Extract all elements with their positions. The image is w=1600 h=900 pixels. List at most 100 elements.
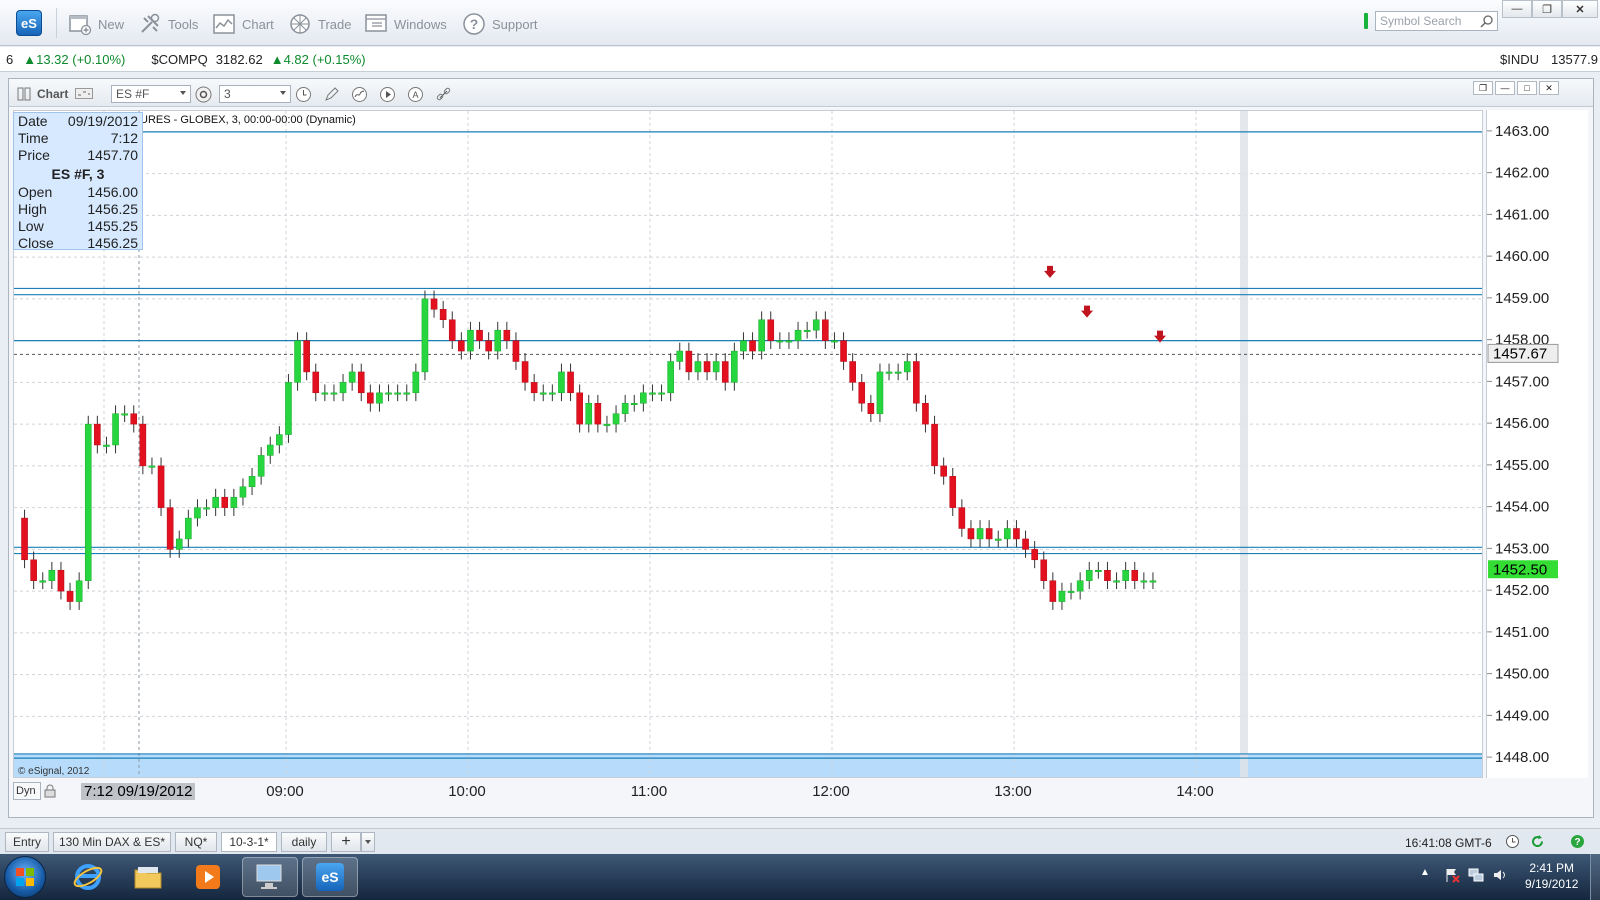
close-button[interactable]: ✕	[1562, 0, 1598, 18]
play-icon[interactable]	[379, 86, 396, 103]
candle-up	[266, 444, 274, 456]
candle-up	[903, 361, 911, 373]
taskbar-clock[interactable]: 2:41 PM 9/19/2012	[1525, 860, 1578, 892]
action-center-flag-icon[interactable]	[1444, 867, 1460, 883]
candle-up	[1113, 580, 1120, 583]
symbol-search-input[interactable]: Symbol Search	[1375, 11, 1498, 31]
taskbar-media-button[interactable]	[180, 857, 236, 897]
candle-up	[558, 371, 565, 394]
taskbar-remote-button[interactable]	[242, 857, 298, 897]
candle-down	[166, 507, 174, 550]
start-button[interactable]	[4, 856, 46, 898]
esignal-logo[interactable]: eS	[16, 10, 42, 36]
candle-down	[476, 329, 483, 341]
chart-restore-button[interactable]: ❐	[1473, 81, 1493, 95]
y-tick-label: 1462.00	[1495, 165, 1549, 182]
ticker-indu-symbol[interactable]: $INDU	[1500, 52, 1539, 67]
chart-window-title: Chart	[37, 87, 69, 101]
data-date-label: Date	[18, 113, 48, 129]
time-axis[interactable]: 08:0009:0010:0011:0012:0013:0014:00 Dyn …	[13, 779, 1483, 803]
candle-down	[221, 496, 229, 508]
cursor-datetime-label: 7:12 09/19/2012	[81, 783, 196, 800]
study-icon[interactable]	[351, 86, 368, 103]
chart-button[interactable]: Chart	[212, 11, 274, 37]
data-window[interactable]: Date 09/19/2012 Time 7:12 Price 1457.70 ES …	[13, 112, 143, 251]
chart-plot-area[interactable]: URES - GLOBEX, 3, 00:00-00:00 (Dynamic) …	[13, 110, 1483, 778]
tab-daily[interactable]: daily	[281, 832, 327, 852]
candle-down	[1013, 528, 1020, 540]
svg-text:?: ?	[470, 16, 479, 32]
clock-icon[interactable]	[295, 86, 312, 103]
trade-button[interactable]: Trade	[288, 11, 351, 37]
candle-down	[367, 392, 374, 404]
chart-minimize-button[interactable]: —	[1495, 81, 1515, 95]
volume-icon[interactable]	[1492, 867, 1508, 883]
restore-icon: ❐	[1542, 3, 1552, 16]
candle-up	[1122, 570, 1129, 581]
minimize-icon: —	[1511, 3, 1523, 15]
chart-close-button[interactable]: ✕	[1539, 81, 1559, 95]
chart-maximize-button[interactable]: □	[1517, 81, 1537, 95]
network-icon[interactable]	[1468, 867, 1484, 883]
refresh-icon[interactable]	[1530, 834, 1545, 849]
candle-down	[303, 340, 310, 373]
data-time-label: Time	[18, 130, 49, 146]
link-chain-icon[interactable]	[435, 86, 452, 103]
candle-down	[448, 319, 456, 341]
tab-nq[interactable]: NQ*	[175, 832, 217, 852]
trade-icon	[290, 14, 310, 34]
close-icon: ✕	[1575, 3, 1585, 16]
taskbar-ie-button[interactable]	[60, 857, 116, 897]
restore-button[interactable]: ❐	[1532, 0, 1562, 18]
candle-down	[985, 528, 993, 540]
show-desktop-button[interactable]	[1590, 854, 1600, 900]
new-button[interactable]: New	[68, 11, 124, 37]
symbol-dropdown[interactable]: ES #F	[111, 85, 191, 103]
pencil-icon[interactable]	[323, 86, 340, 103]
tools-icon	[141, 13, 160, 33]
minimize-button[interactable]: —	[1502, 0, 1532, 18]
tools-button[interactable]: Tools	[138, 11, 198, 37]
chevron-down-icon	[280, 91, 286, 95]
dynamic-toggle-button[interactable]: Dyn	[13, 782, 41, 800]
taskbar-explorer-button[interactable]	[120, 857, 176, 897]
link-icon[interactable]	[75, 88, 93, 99]
y-tick-label: 1455.00	[1495, 457, 1549, 474]
search-icon[interactable]	[1480, 14, 1494, 28]
candle-up	[1140, 580, 1148, 583]
support-button[interactable]: ? Support	[462, 11, 538, 37]
windows-button[interactable]: Windows	[364, 11, 447, 37]
candle-down	[858, 382, 866, 404]
help-icon[interactable]: ?	[1570, 834, 1585, 849]
candle-down	[458, 340, 465, 352]
tab-entry[interactable]: Entry	[5, 832, 49, 852]
connection-status-indicator	[1364, 13, 1368, 29]
price-axis[interactable]: 1463.00 1462.00 1461.00 1460.00 1459.00 1458.…	[1486, 110, 1588, 778]
lock-icon[interactable]	[43, 784, 57, 798]
candle-up	[112, 413, 119, 446]
settings-icon[interactable]	[195, 86, 212, 103]
tab-10-3-1[interactable]: 10-3-1*	[221, 832, 277, 852]
candle-down	[749, 340, 756, 352]
taskbar-time: 2:41 PM	[1529, 861, 1575, 875]
tab-menu-button[interactable]	[361, 832, 375, 852]
alert-icon[interactable]: A	[407, 86, 424, 103]
trade-label: Trade	[318, 16, 352, 32]
interval-dropdown[interactable]: 3	[219, 85, 291, 103]
data-row-high: High 1456.25	[14, 201, 142, 218]
candle-down	[1031, 549, 1038, 561]
clock-status-icon[interactable]	[1505, 834, 1520, 849]
candle-up	[421, 298, 429, 373]
add-tab-button[interactable]: +	[331, 832, 361, 852]
show-hidden-icons-arrow[interactable]: ▲	[1420, 867, 1430, 878]
y-tick-label: 1450.00	[1495, 666, 1549, 683]
x-tick-label: 13:00	[994, 783, 1032, 800]
candle-up	[1076, 580, 1084, 592]
ticker-compq-symbol[interactable]: $COMPQ	[151, 52, 207, 67]
price-axis-labels: 1463.001462.001461.001460.001459.001458.…	[1487, 123, 1559, 766]
candle-up	[1095, 570, 1102, 572]
tab-130-min-dax-es[interactable]: 130 Min DAX & ES*	[53, 832, 171, 852]
taskbar-esignal-button[interactable]: eS	[302, 857, 358, 897]
candle-down	[21, 517, 28, 561]
ticker-strip: 6 ▲13.32 (+0.10%) $COMPQ 3182.62 ▲4.82 (…	[0, 47, 1600, 72]
